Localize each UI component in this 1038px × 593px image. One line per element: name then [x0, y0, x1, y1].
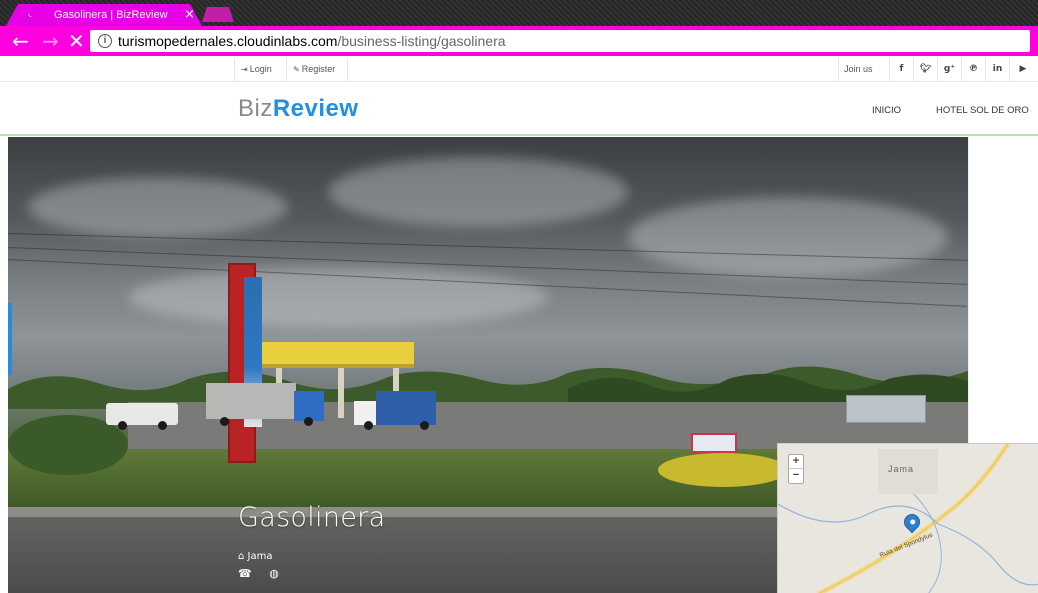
google-plus-icon[interactable]: g⁺ — [938, 58, 962, 81]
url-text[interactable]: turismopedernales.cloudinlabs.com/busine… — [118, 33, 506, 49]
browser-toolbar: ← → ✕ i turismopedernales.cloudinlabs.co… — [0, 26, 1038, 56]
address-bar[interactable]: i turismopedernales.cloudinlabs.com/busi… — [90, 30, 1030, 52]
cloud — [328, 157, 628, 227]
phone-icon[interactable]: ☎ — [238, 567, 252, 580]
twitter-icon[interactable]: 🐦︎ — [914, 58, 938, 81]
home-icon: ⌂ — [238, 551, 245, 562]
truck-cargo — [206, 383, 296, 419]
wheel — [158, 421, 167, 430]
cloud — [28, 177, 288, 237]
contact-icons: ☎ ◍ — [238, 567, 279, 580]
info-icon[interactable]: i — [98, 34, 112, 48]
location-map[interactable]: + − Jama Ruta del Spondylus — [777, 443, 1038, 593]
browser-tab[interactable]: ◟ Gasolinera | BizReview × — [6, 4, 202, 26]
site-logo[interactable]: BizReview — [238, 95, 359, 123]
tree-line — [8, 366, 968, 409]
location-text: Jama — [247, 551, 273, 562]
new-tab-button[interactable] — [202, 7, 234, 22]
wheel — [420, 421, 429, 430]
wheel — [220, 417, 229, 426]
back-icon[interactable]: ← — [12, 29, 29, 53]
wheel — [118, 421, 127, 430]
canopy-post — [338, 368, 344, 418]
station-canopy — [256, 342, 414, 368]
business-location: ⌂ Jama — [238, 551, 273, 562]
zoom-out-button[interactable]: − — [789, 469, 803, 483]
white-pickup — [106, 403, 178, 425]
globe-icon[interactable]: ◍ — [269, 567, 279, 580]
sidebar-area — [968, 137, 1038, 443]
forward-icon[interactable]: → — [42, 29, 59, 53]
billboard — [846, 395, 926, 423]
business-name: Gasolinera — [238, 502, 386, 533]
login-label: Login — [249, 64, 272, 74]
site-header: BizReview INICIO HOTEL SOL DE ORO — [0, 82, 1038, 136]
url-path: /business-listing/gasolinera — [337, 33, 506, 49]
browser-tabstrip: ◟ Gasolinera | BizReview × — [0, 0, 1038, 26]
nav-inicio[interactable]: INICIO — [872, 105, 901, 116]
join-us-label: Join us on — [838, 58, 890, 97]
nav-hotel-sol-de-oro[interactable]: HOTEL SOL DE ORO — [936, 105, 1029, 116]
register-link[interactable]: ✎ Register — [286, 58, 348, 81]
login-link[interactable]: ⇥ Login — [234, 58, 286, 81]
map-town-label: Jama — [888, 464, 915, 474]
stop-icon[interactable]: ✕ — [68, 29, 85, 53]
facebook-icon[interactable]: f — [890, 58, 914, 81]
roadside-sign — [691, 433, 737, 453]
logo-review: Review — [272, 95, 359, 122]
yellow-hedge — [658, 453, 788, 487]
sign-in-icon: ⇥ — [241, 65, 248, 74]
pin-dot — [909, 518, 917, 526]
zoom-in-button[interactable]: + — [789, 455, 803, 469]
register-label: Register — [301, 64, 336, 74]
url-host: turismopedernales.cloudinlabs.com — [118, 33, 338, 49]
side-tab[interactable] — [8, 303, 12, 375]
cloud — [628, 197, 948, 277]
truck-cargo — [376, 391, 436, 425]
map-zoom-control: + − — [788, 454, 804, 484]
wheel — [364, 421, 373, 430]
pencil-icon: ✎ — [293, 65, 300, 74]
pinterest-icon[interactable]: ℗ — [962, 58, 986, 81]
logo-biz: Biz — [238, 95, 273, 122]
linkedin-icon[interactable]: in — [986, 58, 1010, 81]
wheel — [304, 417, 313, 426]
site-topbar: ⇥Login ✎Register Join us on f 🐦︎ g⁺ ℗ in… — [0, 58, 1038, 97]
youtube-icon[interactable]: ▶ — [1010, 58, 1036, 81]
tab-title: Gasolinera | BizReview — [54, 9, 168, 21]
loading-icon: ◟ — [28, 9, 32, 19]
close-icon[interactable]: × — [184, 7, 195, 22]
